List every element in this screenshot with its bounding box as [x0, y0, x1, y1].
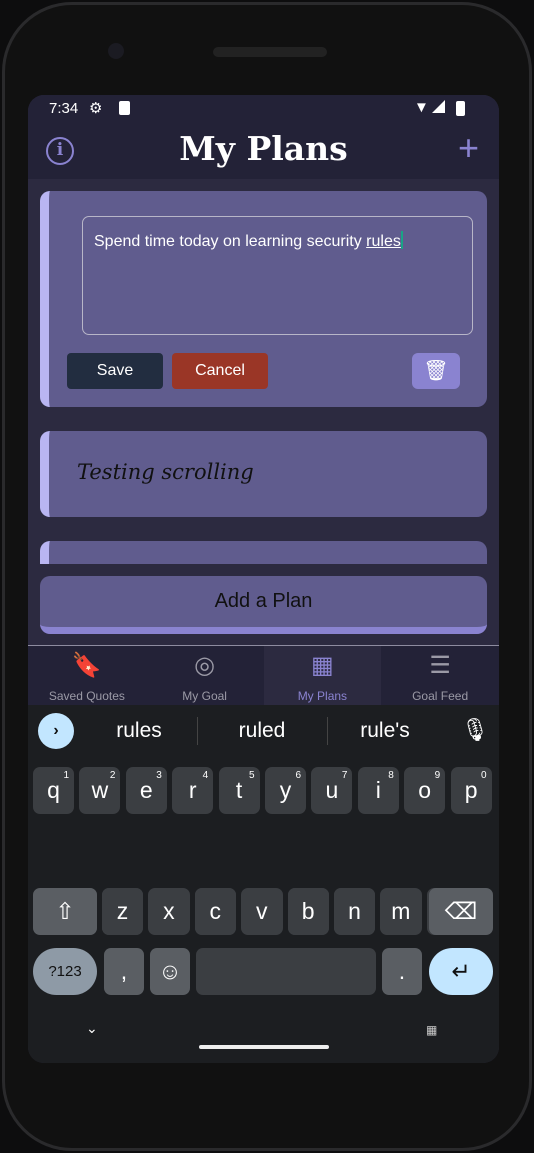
key-i[interactable]: 8i [357, 767, 399, 814]
page-title: My Plans [179, 129, 348, 168]
key-hint: 0 [481, 770, 487, 781]
comma-key[interactable]: , [104, 948, 144, 995]
battery-icon [456, 101, 465, 116]
keyboard: › rules ruled rule's 🎙 1q2w3e4r5t6y7u8i9… [28, 705, 499, 1063]
settings-icon: ⚙ [89, 100, 103, 117]
status-bar: 7:34 ⚙ ▼ [28, 95, 499, 125]
microphone-icon[interactable]: 🎙 [461, 717, 489, 743]
keyboard-switch-icon[interactable]: ▦ [426, 1023, 437, 1037]
plan-card[interactable]: Testing scrolling [40, 431, 487, 517]
key-hint: 4 [202, 770, 209, 781]
key-c[interactable]: c [194, 888, 236, 935]
wifi-icon: ▼ [414, 99, 429, 116]
nav-my-plans[interactable]: ▦ My Plans [263, 646, 382, 705]
key-label: q [47, 777, 60, 803]
key-hint: 5 [249, 770, 255, 781]
key-u[interactable]: 7u [311, 767, 353, 814]
key-z[interactable]: z [102, 888, 143, 935]
key-hint: 8 [388, 770, 394, 781]
key-label: t [235, 777, 243, 803]
key-b[interactable]: b [287, 888, 329, 935]
key-w[interactable]: 2w [79, 767, 121, 814]
plan-text: Testing scrolling [77, 460, 254, 484]
plan-edit-card: Spend time today on learning security ru… [40, 191, 487, 407]
key-v[interactable]: v [241, 888, 283, 935]
screen: 7:34 ⚙ ▼ i My Plans + Spend time today o… [28, 95, 499, 1063]
key-hint: 1 [63, 770, 69, 781]
hide-keyboard-icon[interactable]: ⌄ [86, 1020, 98, 1037]
cancel-button[interactable]: Cancel [172, 353, 268, 389]
divider [197, 717, 198, 745]
plan-text: Spend time today on learning security [94, 233, 367, 250]
composing-word: rules [366, 233, 401, 250]
key-label: o [418, 777, 432, 803]
nav-my-goal[interactable]: ◎ My Goal [146, 646, 264, 705]
emoji-key[interactable]: ☺ [150, 948, 190, 995]
target-icon: ◎ [194, 652, 216, 679]
save-button[interactable]: Save [67, 353, 163, 389]
trash-icon: 🗑 [423, 360, 449, 382]
key-e[interactable]: 3e [125, 767, 167, 814]
plan-card-partial[interactable] [40, 541, 487, 564]
period-key[interactable]: . [382, 948, 422, 995]
suggestion[interactable]: rule's [330, 719, 440, 743]
suggestion-strip: › rules ruled rule's 🎙 [28, 705, 499, 760]
nav-saved-quotes[interactable]: 🔖 Saved Quotes [28, 646, 146, 705]
key-hint: 7 [341, 770, 348, 781]
text-cursor [400, 231, 403, 249]
speaker [213, 47, 327, 57]
key-p[interactable]: 0p [450, 767, 492, 814]
suggestion[interactable]: ruled [207, 719, 317, 743]
key-q[interactable]: 1q [33, 767, 74, 814]
gesture-handle[interactable] [199, 1045, 329, 1049]
key-hint: 9 [434, 770, 441, 781]
nav-goal-feed[interactable]: ☰ Goal Feed [381, 646, 499, 705]
plan-text-input[interactable]: Spend time today on learning security ru… [82, 216, 473, 335]
key-hint: 2 [109, 770, 116, 781]
key-t[interactable]: 5t [218, 767, 260, 814]
key-x[interactable]: x [148, 888, 190, 935]
add-icon[interactable]: + [458, 127, 479, 169]
app-bar: i My Plans + [28, 125, 499, 179]
divider [327, 717, 328, 745]
key-n[interactable]: n [334, 888, 375, 935]
key-label: i [375, 777, 381, 803]
key-label: w [91, 777, 109, 803]
add-plan-button[interactable]: Add a Plan [40, 576, 487, 634]
key-r[interactable]: 4r [172, 767, 214, 814]
key-m[interactable]: m [380, 888, 422, 935]
front-camera [108, 43, 124, 59]
suggestion[interactable]: rules [84, 719, 194, 743]
key-y[interactable]: 6y [265, 767, 306, 814]
key-label: y [279, 777, 292, 803]
signal-icon [432, 100, 445, 113]
shift-key[interactable]: ⇧ [33, 888, 97, 935]
key-label: e [139, 777, 153, 803]
space-key[interactable] [196, 948, 376, 995]
status-time: 7:34 [49, 100, 79, 117]
enter-key[interactable]: ↵ [429, 948, 493, 995]
expand-chevron-icon[interactable]: › [38, 713, 74, 749]
key-label: r [188, 777, 197, 803]
sd-card-icon [119, 101, 130, 115]
symbols-key[interactable]: ?123 [33, 948, 97, 995]
key-o[interactable]: 9o [404, 767, 446, 814]
key-label: p [464, 777, 478, 803]
bottom-nav: 🔖 Saved Quotes ◎ My Goal ▦ My Plans ☰ Goal F… [28, 645, 499, 705]
key-label: u [325, 777, 339, 803]
key-hint: 6 [295, 770, 301, 781]
delete-button[interactable]: 🗑 [412, 353, 460, 389]
backspace-key[interactable]: ⌫ [429, 888, 493, 935]
feed-icon: ☰ [429, 652, 451, 679]
floor-plan-icon: ▦ [311, 652, 334, 679]
key-hint: 3 [156, 770, 162, 781]
bookmarks-icon: 🔖 [71, 652, 102, 679]
